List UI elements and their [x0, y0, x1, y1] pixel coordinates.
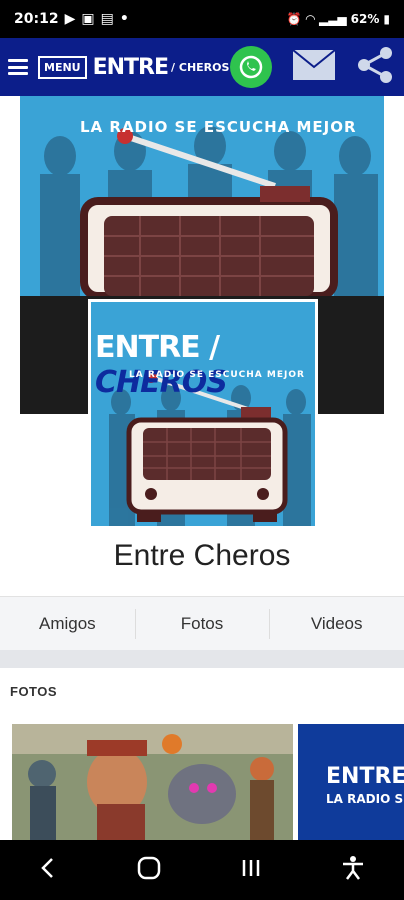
profile-pic-tagline: LA RADIO SE ESCUCHA MEJOR — [129, 370, 305, 380]
tab-videos[interactable]: Videos — [269, 597, 404, 650]
photo2-title: ENTRE — [326, 764, 404, 789]
share-icon[interactable] — [356, 45, 396, 90]
system-nav-bar — [0, 840, 404, 900]
menu-button[interactable]: MENU — [38, 55, 87, 79]
profile-pic-title-a: ENTRE — [95, 330, 201, 365]
accessibility-icon[interactable] — [340, 855, 366, 886]
profile-picture[interactable]: ENTRE / CHEROS LA RADIO SE ESCUCHA MEJOR — [88, 299, 318, 529]
battery-level: 62% — [350, 12, 380, 26]
brand-logo-sub: / CHEROS — [171, 60, 230, 74]
status-bar: 20:12 ▶ ▣ ▤ • ⏰ ◠ ▂▃▅ 62% ▮ — [0, 0, 404, 38]
section-divider — [0, 650, 404, 668]
profile-pic-title: ENTRE / CHEROS — [95, 330, 228, 400]
whatsapp-icon[interactable] — [230, 46, 272, 88]
photo2-subtitle: LA RADIO S — [326, 792, 404, 806]
gallery-icon: ▣ — [81, 11, 95, 27]
wifi-icon: ◠ — [305, 12, 315, 26]
fotos-strip: ENTRE LA RADIO S — [0, 708, 404, 840]
dot-icon: • — [119, 11, 129, 27]
app-bar: MENU ENTRE / CHEROS — [0, 38, 404, 96]
alarm-icon: ⏰ — [286, 12, 302, 26]
page-content: LA RADIO SE ESCUCHA MEJOR ENTRE / CHEROS… — [0, 96, 404, 840]
tab-amigos[interactable]: Amigos — [0, 597, 135, 650]
play-icon: ▶ — [64, 11, 76, 27]
cover-tagline: LA RADIO SE ESCUCHA MEJOR — [80, 118, 357, 136]
profile-name: Entre Cheros — [113, 539, 291, 572]
signal-icon: ▂▃▅ — [318, 12, 347, 26]
notification-icon: ▤ — [100, 11, 114, 27]
photo-thumbnail[interactable]: ENTRE LA RADIO S — [298, 724, 404, 840]
tab-fotos[interactable]: Fotos — [134, 597, 270, 650]
home-icon[interactable] — [135, 854, 163, 887]
mail-icon[interactable] — [292, 48, 336, 86]
back-icon[interactable] — [38, 856, 58, 885]
fotos-section-title: FOTOS — [0, 668, 404, 708]
photo-thumbnail[interactable] — [12, 724, 293, 840]
status-time: 20:12 — [14, 11, 59, 27]
brand-logo[interactable]: ENTRE — [93, 55, 169, 80]
battery-icon: ▮ — [383, 12, 390, 26]
profile-tabs: Amigos Fotos Videos — [0, 596, 404, 650]
recents-icon[interactable] — [239, 856, 263, 885]
hamburger-icon[interactable] — [8, 57, 28, 77]
